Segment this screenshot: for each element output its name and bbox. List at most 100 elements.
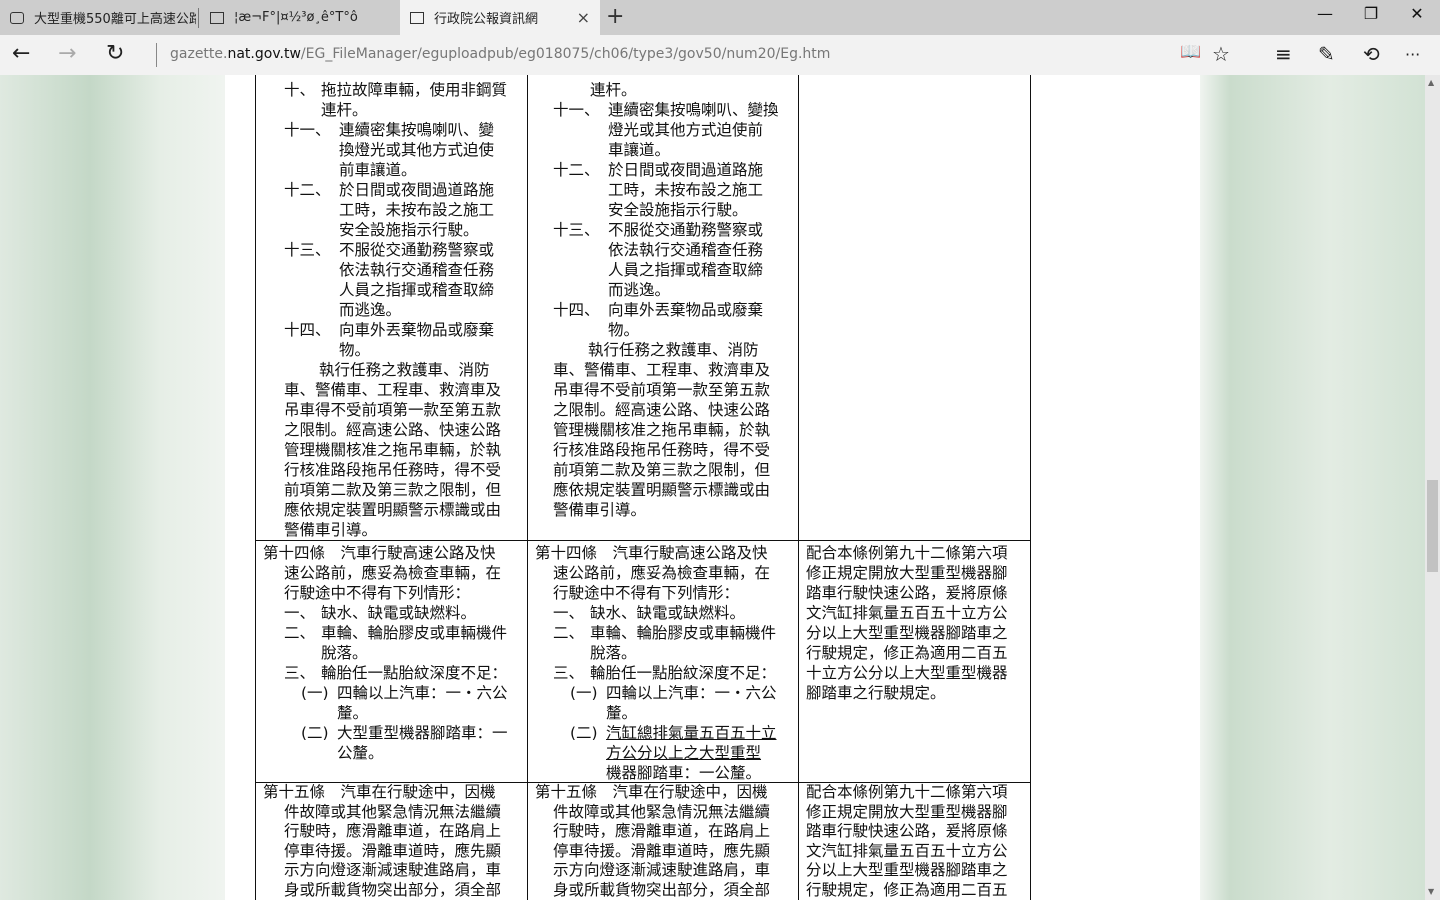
list-item: 十一、連續密集按鳴喇叭、變換燈光或其他方式迫使前車讓道。 xyxy=(256,120,527,180)
minimize-button[interactable]: — xyxy=(1302,4,1348,23)
text-line: 四輪以上汽車：一・六公 xyxy=(337,684,508,702)
tab-label: 行政院公報資訊網 xyxy=(434,12,539,27)
favorite-star-icon[interactable]: ☆ xyxy=(1212,42,1230,66)
back-button[interactable]: ← xyxy=(12,41,30,66)
text-line: 缺水、缺電或缺燃料。 xyxy=(321,604,477,622)
scroll-up-icon[interactable]: ▲ xyxy=(1428,78,1434,87)
item-text: 車輪、輪胎膠皮或車輛機件 脫落。 xyxy=(321,623,507,663)
article-text: 速公路前，應妥為檢查車輛，在 xyxy=(553,564,771,582)
explanation-text: 分以上大型重型機器腳踏車之 xyxy=(806,861,1008,879)
item-text: 於日間或夜間過道路施 工時，未按布設之施工 安全設施指示行駛。 xyxy=(339,180,494,240)
explanation-text: 文汽缸排氣量五百五十立方公 xyxy=(806,841,1008,860)
text-line: 連續密集按鳴喇叭、變 xyxy=(339,121,495,139)
paragraph-line: 執行任務之救護車、消防 xyxy=(588,341,759,359)
article-text: 行駛時，應滑離車道，在路肩上 xyxy=(284,822,502,840)
close-window-button[interactable]: ✕ xyxy=(1394,4,1440,23)
new-tab-button[interactable]: + xyxy=(606,4,624,29)
text-line: 工時，未按布設之施工 xyxy=(339,201,495,219)
article-text: 停車待援。滑離車道時，應先顯 xyxy=(284,841,502,860)
list-item: 十一、連續密集按鳴喇叭、變換燈光或其他方式迫使前車讓道。 xyxy=(528,100,798,160)
explanation-text: 行駛規定，修正為適用二百五 xyxy=(806,644,1008,662)
list-item: 三、 輪胎任一點胎紋深度不足： xyxy=(528,663,798,683)
text-line: 缺水、缺電或缺燃料。 xyxy=(590,604,746,622)
explanation-text: 文汽缸排氣量五百五十立方公 xyxy=(806,604,1008,622)
close-tab-icon[interactable]: × xyxy=(577,8,590,27)
text-line: 機器腳踏車：一公釐。 xyxy=(606,764,762,782)
share-icon[interactable]: ⟲ xyxy=(1363,42,1380,66)
tab-gazette[interactable]: 行政院公報資訊網 × xyxy=(400,0,600,35)
text-line: 而逃逸。 xyxy=(608,281,671,299)
text-line: 向車外丟棄物品或廢棄 xyxy=(339,321,495,339)
forward-button[interactable]: → xyxy=(58,41,76,66)
explanation-text: 腳踏車之行駛規定。 xyxy=(806,684,946,702)
article-text: 件故障或其他緊急情況無法繼續 xyxy=(284,802,502,821)
item-number: 三、 xyxy=(553,664,585,682)
item-number: (二) xyxy=(301,724,329,742)
item-text: 連續密集按鳴喇叭、變換燈光或其他方式迫使前車讓道。 xyxy=(608,100,779,160)
item-text: 不服從交通勤務警察或 依法執行交通稽查任務 人員之指揮或稽查取締 而逃逸。 xyxy=(608,220,763,300)
text-line: 於日間或夜間過道路施 xyxy=(339,181,495,199)
article-text: 行駛途中不得有下列情形： xyxy=(284,584,471,602)
item-text: 大型重型機器腳踏車：一 公釐。 xyxy=(337,723,508,763)
list-item: 一、 缺水、缺電或缺燃料。 xyxy=(256,603,527,623)
article-text: 示方向燈逐漸減速駛進路肩，車 xyxy=(284,861,502,879)
refresh-button[interactable]: ↻ xyxy=(106,41,124,66)
page-icon xyxy=(210,11,224,24)
item-number: 十、 xyxy=(284,81,316,99)
table-cell-row2-col3: 配合本條例第九十二條第六項 修正規定開放大型重型機器腳 踏車行駛快速公路，爰將原條文… xyxy=(798,540,1031,783)
article-text: 身或所載貨物突出部分，須全部 xyxy=(553,880,771,899)
explanation-text: 踏車行駛快速公路，爰將原條 xyxy=(806,584,1008,602)
paragraph-line: 前項第二款及第三款之限制，但 xyxy=(553,461,771,479)
text-line: 而逃逸。 xyxy=(339,301,402,319)
reading-view-icon[interactable]: 📖 xyxy=(1180,42,1201,62)
item-number: 一、 xyxy=(284,604,316,622)
text-line: 脫落。 xyxy=(590,644,637,662)
table-cell-row2-col2: 第十四條 汽車行駛高速公路及快 速公路前，應妥為檢查車輛，在 行駛途中不得有下列情形… xyxy=(527,540,799,783)
item-number: 十三、 xyxy=(553,221,600,239)
hub-icon[interactable]: ≡ xyxy=(1275,42,1292,66)
explanation-text: 修正規定開放大型重型機器腳 xyxy=(806,802,1008,821)
tab-garbled[interactable]: ¦æ¬F°|¤½³ø¸ê°T°ô xyxy=(200,0,400,35)
text-line: 人員之指揮或稽查取締 xyxy=(339,281,495,299)
text-line: 依法執行交通稽查任務 xyxy=(608,241,764,259)
item-text: 向車外丟棄物品或廢棄 物。 xyxy=(608,300,763,340)
explanation-text: 十立方公分以上大型重型機器 xyxy=(806,664,1008,682)
item-number: (二) xyxy=(570,724,598,742)
list-item: 十三、 不服從交通勤務警察或 依法執行交通稽查任務 人員之指揮或稽查取締 而逃逸。 xyxy=(528,220,798,300)
item-text: 輪胎任一點胎紋深度不足： xyxy=(321,663,507,683)
text-line: 拖拉故障車輛，使用非鋼質 xyxy=(321,81,508,99)
item-number: 三、 xyxy=(284,664,316,682)
scrollbar[interactable]: ▲ ▼ xyxy=(1425,75,1440,900)
item-text: 輪胎任一點胎紋深度不足： xyxy=(590,663,776,683)
text-line: 物。 xyxy=(339,341,371,359)
text-line: 車讓道。 xyxy=(608,141,671,159)
item-continuation: 連杆。 xyxy=(590,81,637,99)
text-line: 工時，未按布設之施工 xyxy=(608,181,764,199)
text-line: 輪胎任一點胎紋深度不足： xyxy=(321,664,508,682)
text-line: 車輪、輪胎膠皮或車輛機件 xyxy=(590,624,777,642)
tab-motorcycle-article[interactable]: 大型重機550離可上高速公路 xyxy=(0,0,196,35)
list-item: 二、 車輪、輪胎膠皮或車輛機件 脫落。 xyxy=(256,623,527,663)
text-line: 換燈光或其他方式迫使 xyxy=(339,141,495,159)
scroll-down-icon[interactable]: ▼ xyxy=(1428,887,1434,896)
list-item: 三、 輪胎任一點胎紋深度不足： xyxy=(256,663,527,683)
maximize-button[interactable]: ❐ xyxy=(1348,4,1394,23)
article-heading: 第十五條 汽車在行駛途中，因機 xyxy=(535,783,768,801)
web-note-icon[interactable]: ✎ xyxy=(1318,42,1335,66)
article-text: 行駛時，應滑離車道，在路肩上 xyxy=(553,822,771,840)
text-line: 不服從交通勤務警察或 xyxy=(608,221,764,239)
scrollbar-thumb[interactable] xyxy=(1427,480,1438,572)
item-text: 缺水、缺電或缺燃料。 xyxy=(321,603,476,623)
item-number: (一) xyxy=(570,684,598,702)
item-text: 車輪、輪胎膠皮或車輛機件 脫落。 xyxy=(590,623,776,663)
table-cell-row3-col3: 配合本條例第九十二條第六項 修正規定開放大型重型機器腳 踏車行駛快速公路，爰將原條文… xyxy=(798,782,1031,900)
sub-list-item: (一) 四輪以上汽車：一・六公 釐。 xyxy=(528,683,798,723)
list-item: 十二、 於日間或夜間過道路施 工時，未按布設之施工 安全設施指示行駛。 xyxy=(256,180,527,240)
item-text: 四輪以上汽車：一・六公 釐。 xyxy=(337,683,508,723)
url-field[interactable]: gazette.nat.gov.tw/EG_FileManager/eguplo… xyxy=(170,46,830,62)
motorcycle-icon xyxy=(10,11,24,24)
explanation-text: 配合本條例第九十二條第六項 xyxy=(806,544,1008,562)
more-icon[interactable]: ··· xyxy=(1405,45,1420,64)
text-line: 輪胎任一點胎紋深度不足： xyxy=(590,664,777,682)
explanation-text: 分以上大型重型機器腳踏車之 xyxy=(806,624,1008,642)
